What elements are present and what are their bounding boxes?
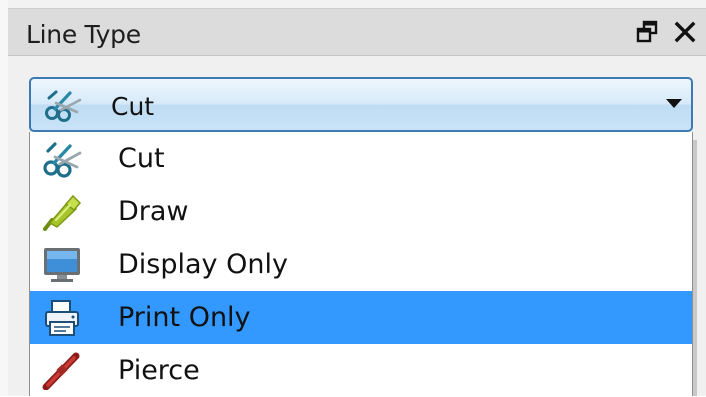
list-item-pierce[interactable]: Pierce [30,344,692,397]
scissors-icon [44,88,82,122]
panel-titlebar: Line Type [8,8,706,56]
list-item-label: Print Only [118,302,251,333]
list-item-label: Display Only [118,249,288,280]
line-type-dropdown-list: Cut Draw Display Only Print Only Pierce [29,132,693,396]
restore-window-icon[interactable] [635,20,659,44]
list-item-label: Draw [118,196,189,227]
close-icon[interactable] [673,20,697,44]
dropdown-arrow-icon[interactable] [666,99,682,108]
line-type-panel: Line Type Cut Cut Draw Display Only Prin… [0,0,706,396]
monitor-icon [42,246,82,284]
list-item-label: Cut [118,143,165,174]
line-type-combo[interactable]: Cut [29,77,693,132]
list-item-draw[interactable]: Draw [30,185,692,238]
dropdown-shadow [693,140,697,396]
scissors-icon [42,140,82,178]
pen-icon [42,193,82,231]
panel-edge [0,0,8,396]
list-item-display-only[interactable]: Display Only [30,238,692,291]
list-item-cut[interactable]: Cut [30,132,692,185]
printer-icon [42,299,82,337]
pierce-icon [42,352,82,391]
panel-title: Line Type [26,20,141,49]
list-item-label: Pierce [118,355,200,386]
list-item-print-only[interactable]: Print Only [30,291,692,344]
combo-selected-label: Cut [111,92,155,121]
